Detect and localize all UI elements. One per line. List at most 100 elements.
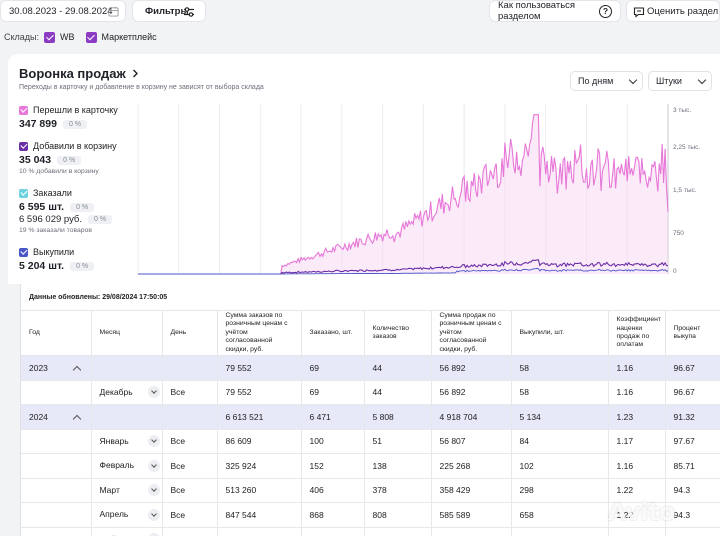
table-cell: 406 <box>301 478 365 503</box>
table-cell: 91.32 <box>665 404 720 430</box>
table-cell: 86 609 <box>217 429 302 454</box>
table-cell-text: 808 <box>372 509 387 520</box>
table-cell: 1.16 <box>608 380 666 405</box>
table-header-row: Год Месяц День Сумма заказов по розничны… <box>21 310 720 356</box>
collapse-chevron-icon[interactable] <box>72 414 82 423</box>
table-cell: 1.23 <box>608 527 666 536</box>
table-cell: 84 <box>511 429 609 454</box>
table-cell-text: 94.3 <box>673 485 691 496</box>
y-tick-label: 3 тыс. <box>673 107 692 114</box>
table-cell-text: 513 260 <box>225 485 257 496</box>
column-header-bought-qty[interactable]: Выкупили, шт. <box>511 310 609 356</box>
warehouse-wb[interactable]: WB <box>44 31 75 43</box>
table-cell-text: 94.3 <box>673 509 691 520</box>
table-cell: Все <box>162 527 218 536</box>
collapse-chevron-icon[interactable] <box>72 365 82 374</box>
table-cell-text: 1.16 <box>616 362 634 373</box>
sales-funnel-card: Воронка продаж Переходы в карточку и доб… <box>8 54 720 284</box>
table-cell: Декабрь <box>91 380 163 405</box>
table-cell-text: 44 <box>372 362 382 373</box>
table-cell-text: 1.16 <box>616 460 634 471</box>
feedback-icon <box>633 7 645 18</box>
table-cell: 96.67 <box>665 380 720 405</box>
table-cell <box>21 527 92 536</box>
table-cell-text: 58 <box>519 387 529 398</box>
table-cell-text: 298 <box>519 485 534 496</box>
expand-chevron-icon[interactable] <box>147 508 160 521</box>
table-row-month[interactable]: Январь Все 86 609 100 51 56 807 84 1.17 97.67 <box>21 429 720 454</box>
table-cell: 808 <box>364 502 432 528</box>
table-row-month[interactable]: Февраль Все 325 924 152 138 225 268 102 1.16 85.… <box>21 453 720 479</box>
table-cell-text: 86 609 <box>225 436 252 447</box>
column-header-year[interactable]: Год <box>21 310 92 356</box>
expand-chevron-icon[interactable] <box>147 459 160 472</box>
table-cell: 97.67 <box>665 429 720 454</box>
filters-button[interactable]: Фильтры <box>132 0 206 22</box>
checkbox-checked-icon[interactable] <box>44 31 56 43</box>
table-cell-text: 100 <box>309 436 324 447</box>
checkbox-checked-icon[interactable] <box>85 31 97 43</box>
table-cell-text: 6 471 <box>309 411 331 422</box>
table-cell-text: Все <box>170 387 186 398</box>
table-cell-text: 91.32 <box>673 411 695 422</box>
column-header-markup-coef[interactable]: Коэффициент наценки продаж по оплатам <box>608 310 666 356</box>
column-header-buyout-percent[interactable]: Процент выкупа <box>665 310 720 356</box>
table-cell-text: 69 <box>309 387 319 398</box>
column-header-ordered-qty[interactable]: Заказано, шт. <box>301 310 365 356</box>
table-cell: 102 <box>511 453 609 479</box>
table-row-month[interactable]: МайВсе1 452 4011 2601 151935 4311 0411.2… <box>21 527 720 536</box>
date-range-picker[interactable]: 30.08.2023 - 29.08.2024 <box>0 0 126 22</box>
table-cell: Май <box>91 527 163 536</box>
column-header-day[interactable]: День <box>162 310 218 356</box>
table-cell: 138 <box>364 453 432 479</box>
table-cell-text: 138 <box>372 460 387 471</box>
table-cell-text: 4 918 704 <box>439 411 478 422</box>
table-cell-text: 152 <box>309 460 324 471</box>
column-header-orders-count[interactable]: Количество заказов <box>364 310 432 356</box>
question-icon: ? <box>599 5 612 18</box>
table-cell: 51 <box>364 429 432 454</box>
table-cell: 6 613 521 <box>217 404 302 430</box>
table-cell <box>91 355 163 381</box>
expand-chevron-icon[interactable] <box>147 435 160 448</box>
table-cell-text: 85.71 <box>673 460 695 471</box>
table-cell <box>21 478 92 503</box>
rate-section-label: Оценить раздел <box>647 5 719 17</box>
table-cell-text: 58 <box>519 362 529 373</box>
date-range-value: 30.08.2023 - 29.08.2024 <box>9 5 113 17</box>
table-row-month[interactable]: Декабрь Все 79 552 69 44 56 892 58 1.16 96.67 <box>21 380 720 405</box>
expand-chevron-icon[interactable] <box>147 386 160 399</box>
table-cell: 79 552 <box>217 380 302 405</box>
column-header-sales-sum[interactable]: Сумма продаж по розничным ценам с учётом… <box>431 310 512 356</box>
table-cell-text: 378 <box>372 485 387 496</box>
table-cell: 5 808 <box>364 404 432 430</box>
table-cell-text: 406 <box>309 485 324 496</box>
table-cell: 1 151 <box>364 527 432 536</box>
table-cell: Все <box>162 478 218 503</box>
table-cell-text: 56 807 <box>439 436 466 447</box>
column-header-month[interactable]: Месяц <box>91 310 163 356</box>
table-cell: Апрель <box>91 502 163 528</box>
rate-section-button[interactable]: Оценить раздел <box>626 0 720 22</box>
warehouse-marketplace[interactable]: Маркетплейс <box>85 31 157 43</box>
column-header-orders-sum[interactable]: Сумма заказов по розничным ценам с учёто… <box>217 310 302 356</box>
table-cell: 58 <box>511 380 609 405</box>
table-row-year[interactable]: 2024 6 613 521 6 471 5 808 4 918 704 5 134 1.2… <box>21 404 720 430</box>
table-cell: 79 552 <box>217 355 302 381</box>
table-cell: 5 134 <box>511 404 609 430</box>
table-cell: Все <box>162 380 218 405</box>
expand-chevron-icon[interactable] <box>147 484 160 497</box>
table-cell-text: 5 134 <box>519 411 541 422</box>
table-row-year[interactable]: 2023 79 552 69 44 56 892 58 1.16 96.67 <box>21 355 720 381</box>
table-cell-text: 2023 <box>29 362 48 373</box>
table-cell-text: 325 924 <box>225 460 257 471</box>
table-cell-text: 102 <box>519 460 534 471</box>
calendar-icon <box>108 6 119 17</box>
table-cell: Все <box>162 502 218 528</box>
table-cell <box>162 404 218 430</box>
funnel-chart[interactable] <box>8 54 720 284</box>
table-cell: 2023 <box>21 355 92 381</box>
table-cell: 85.71 <box>665 453 720 479</box>
how-to-use-button[interactable]: Как пользоваться разделом ? <box>489 0 621 22</box>
table-cell: 585 589 <box>431 502 512 528</box>
